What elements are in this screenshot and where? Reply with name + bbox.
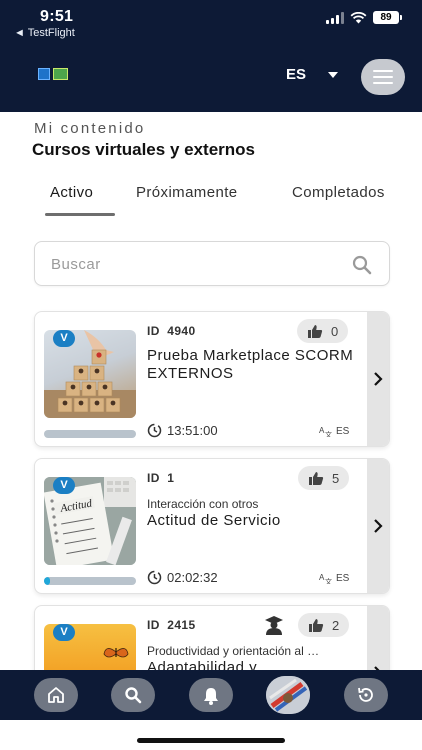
avatar[interactable] — [266, 676, 310, 714]
like-count: 5 — [332, 470, 340, 486]
nav-search-button[interactable] — [111, 678, 155, 712]
status-time: 9:51 — [40, 8, 74, 25]
progress-bar — [44, 430, 136, 438]
course-duration: 02:02:32 — [147, 570, 218, 585]
app-header: ES — [0, 44, 422, 112]
open-course-button[interactable] — [367, 459, 389, 593]
thumbs-up-icon — [309, 471, 324, 485]
course-id: ID 1 — [147, 471, 175, 485]
svg-text:文: 文 — [325, 430, 332, 437]
bottom-safe-area — [0, 720, 422, 750]
wifi-icon — [350, 11, 367, 23]
battery-indicator: 89 — [373, 11, 402, 24]
tab-activo[interactable]: Activo — [50, 184, 93, 201]
course-title: Prueba Marketplace SCORM EXTERNOS — [147, 347, 354, 382]
page-title: Cursos virtuales y externos — [32, 140, 255, 159]
battery-level: 89 — [373, 11, 399, 24]
tab-completados[interactable]: Completados — [292, 184, 385, 201]
history-icon — [358, 687, 373, 702]
status-badge: V — [53, 624, 75, 641]
home-indicator — [137, 738, 285, 743]
course-language: A文 ES — [319, 572, 350, 585]
course-duration: 13:51:00 — [147, 423, 218, 438]
search-box — [34, 241, 390, 286]
status-badge: V — [53, 477, 75, 494]
app-logo[interactable] — [38, 68, 68, 80]
search-icon[interactable] — [351, 254, 373, 276]
svg-text:文: 文 — [325, 577, 332, 584]
section-subtitle: Mi contenido — [34, 120, 146, 137]
chevron-right-icon — [374, 519, 383, 533]
course-title: Actitud de Servicio — [147, 512, 281, 529]
translate-icon: A文 — [319, 426, 332, 437]
course-id: ID 2415 — [147, 618, 196, 632]
thumbs-up-icon — [308, 324, 323, 338]
like-button[interactable]: 2 — [298, 613, 350, 637]
course-card[interactable]: Actitud V ID 1 5 Interacción con otros A… — [34, 458, 390, 594]
cellular-signal-icon — [326, 11, 344, 24]
back-to-testflight[interactable]: ◄ TestFlight — [14, 27, 75, 39]
language-value: ES — [286, 66, 307, 83]
chevron-down-icon — [328, 71, 339, 78]
hamburger-icon — [373, 70, 393, 72]
status-badge: V — [53, 330, 75, 347]
home-icon — [48, 687, 64, 703]
clock-icon — [147, 423, 162, 438]
nav-home-button[interactable] — [34, 678, 78, 712]
course-category: Interacción con otros — [147, 497, 259, 511]
like-button[interactable]: 5 — [298, 466, 350, 490]
like-count: 0 — [331, 323, 339, 339]
menu-button[interactable] — [361, 59, 405, 95]
nav-history-button[interactable] — [344, 678, 388, 712]
status-bar: 9:51 ◄ TestFlight 89 — [0, 0, 422, 44]
like-count: 2 — [332, 617, 340, 633]
like-button[interactable]: 0 — [297, 319, 349, 343]
progress-bar — [44, 577, 136, 585]
search-icon — [125, 687, 142, 704]
tab-proximamente[interactable]: Próximamente — [136, 184, 238, 201]
nav-notifications-button[interactable] — [189, 678, 233, 712]
course-card[interactable]: V ID 4940 0 Prueba Marketplace SCORM EXT… — [34, 311, 390, 447]
thumbs-up-icon — [309, 618, 324, 632]
course-language: A文 ES — [319, 425, 350, 438]
bell-icon — [204, 687, 218, 705]
search-input[interactable] — [51, 254, 331, 274]
course-id: ID 4940 — [147, 324, 196, 338]
translate-icon: A文 — [319, 573, 332, 584]
chevron-right-icon — [374, 372, 383, 386]
course-category: Productividad y orientación al … — [147, 644, 320, 658]
language-selector[interactable]: ES — [286, 66, 339, 83]
open-course-button[interactable] — [367, 312, 389, 446]
active-tab-indicator — [45, 213, 115, 216]
clock-icon — [147, 570, 162, 585]
mentor-icon — [265, 616, 283, 635]
status-indicators: 89 — [326, 11, 402, 24]
